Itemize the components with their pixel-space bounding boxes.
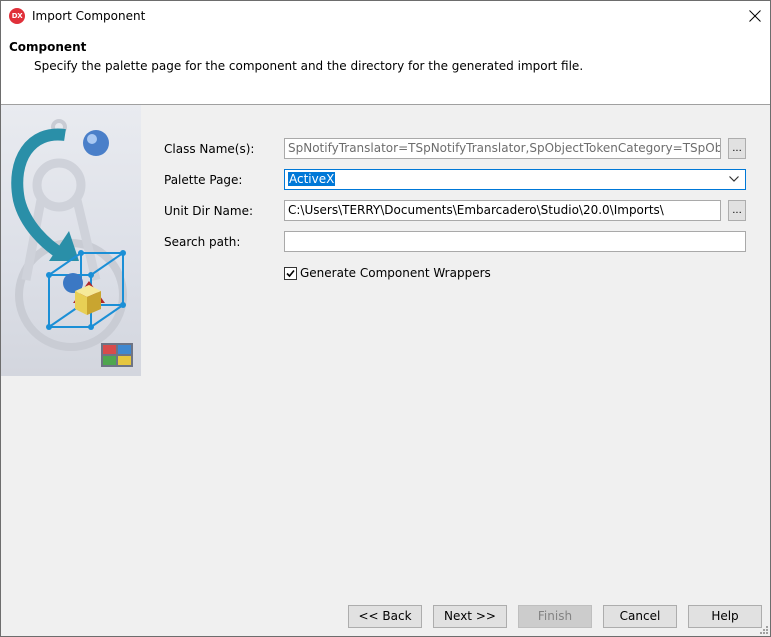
generate-wrappers-checkbox[interactable] xyxy=(284,267,297,280)
wizard-header: Component Specify the palette page for t… xyxy=(1,31,770,105)
palette-page-select[interactable]: ActiveX xyxy=(284,169,746,190)
back-button[interactable]: << Back xyxy=(348,605,422,628)
class-names-browse-button[interactable]: ... xyxy=(728,138,746,159)
close-button[interactable] xyxy=(740,1,770,31)
header-title: Component xyxy=(9,40,87,54)
import-component-dialog: DX Import Component Component Specify th… xyxy=(0,0,771,637)
search-path-label: Search path: xyxy=(164,235,241,249)
unit-dir-browse-button[interactable]: ... xyxy=(728,200,746,221)
chevron-down-icon xyxy=(729,176,739,182)
finish-button[interactable]: Finish xyxy=(518,605,592,628)
help-button[interactable]: Help xyxy=(688,605,762,628)
generate-wrappers-label[interactable]: Generate Component Wrappers xyxy=(300,266,491,280)
header-description: Specify the palette page for the compone… xyxy=(34,59,584,73)
next-button[interactable]: Next >> xyxy=(433,605,507,628)
component-import-illustration xyxy=(11,119,133,367)
unit-dir-field[interactable]: C:\Users\TERRY\Documents\Embarcadero\Stu… xyxy=(284,200,721,221)
checkmark-icon xyxy=(286,269,295,278)
close-icon xyxy=(749,10,761,22)
window-title: Import Component xyxy=(32,9,146,23)
palette-page-label: Palette Page: xyxy=(164,173,243,187)
app-logo-icon: DX xyxy=(9,8,25,24)
class-names-field[interactable]: SpNotifyTranslator=TSpNotifyTranslator,S… xyxy=(284,138,721,159)
search-path-field[interactable] xyxy=(284,231,746,252)
title-bar: DX Import Component xyxy=(1,1,770,31)
class-names-label: Class Name(s): xyxy=(164,142,255,156)
resize-grip-icon[interactable] xyxy=(759,625,769,635)
palette-page-value: ActiveX xyxy=(288,172,336,186)
cancel-button[interactable]: Cancel xyxy=(603,605,677,628)
wizard-illustration xyxy=(1,105,141,376)
unit-dir-label: Unit Dir Name: xyxy=(164,204,254,218)
